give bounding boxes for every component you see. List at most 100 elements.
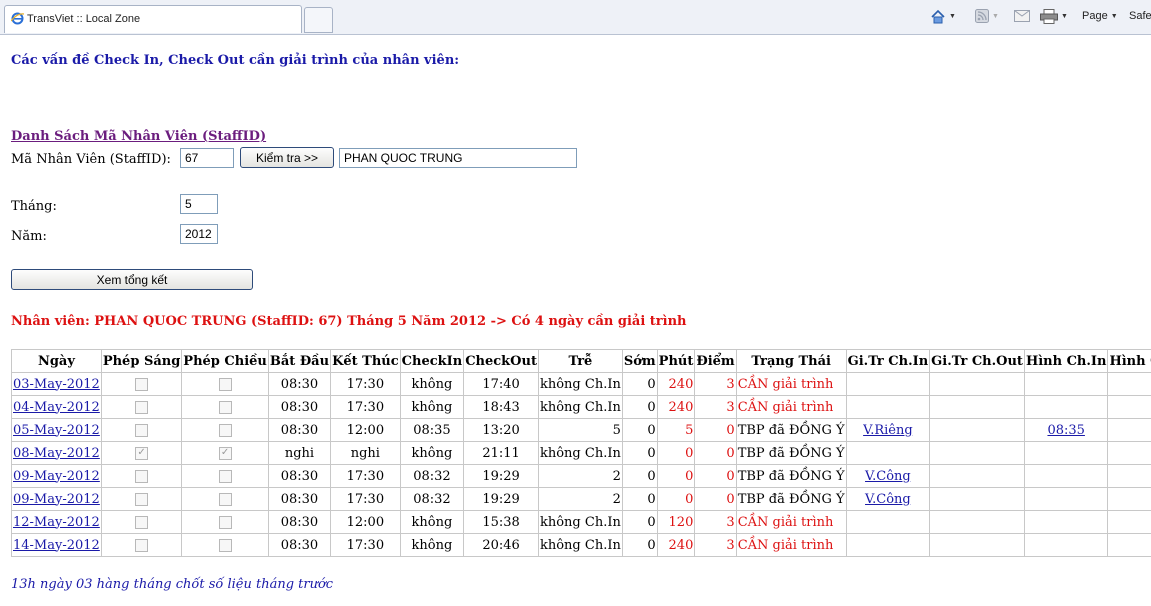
browser-tab-active[interactable]: TransViet :: Local Zone bbox=[4, 5, 302, 33]
checkin-cell: không bbox=[399, 510, 465, 534]
explain-checkout-cell bbox=[929, 395, 1025, 419]
attendance-table: Ngày Phép Sáng Phép Chiều Bắt Đầu Kết Thúc Ch… bbox=[11, 349, 1151, 557]
date-link[interactable]: 12-May-2012 bbox=[13, 515, 100, 530]
morning-leave-checkbox[interactable] bbox=[135, 492, 149, 506]
explain-checkin-cell bbox=[845, 395, 931, 419]
status-cell: CẦN giải trình bbox=[735, 395, 847, 419]
safety-menu[interactable]: Safe bbox=[1129, 8, 1151, 24]
start-time-cell: 08:30 bbox=[267, 372, 332, 396]
morning-leave-checkbox[interactable]: ✓ bbox=[135, 446, 149, 460]
column-header: Gi.Tr Ch.Out bbox=[929, 349, 1025, 373]
checkout-image-cell bbox=[1107, 533, 1151, 557]
chevron-down-icon: ▼ bbox=[1061, 12, 1068, 20]
browser-toolbar: TransViet :: Local Zone ▼ ▼ ▼ Page ▼ Safe bbox=[0, 0, 1151, 35]
checkin-image-cell: 08:35 bbox=[1023, 418, 1109, 442]
date-link[interactable]: 03-May-2012 bbox=[13, 377, 100, 392]
morning-leave-checkbox[interactable] bbox=[135, 400, 149, 414]
mail-button[interactable] bbox=[1014, 8, 1030, 24]
explain-checkin-cell: V.Công bbox=[845, 487, 931, 511]
staff-list-link[interactable]: Danh Sách Mã Nhân Viên (StaffID) bbox=[11, 129, 266, 144]
morning-leave-checkbox[interactable] bbox=[135, 538, 149, 552]
date-link[interactable]: 14-May-2012 bbox=[13, 538, 100, 553]
chevron-down-icon: ▼ bbox=[992, 12, 999, 20]
page-title: Các vấn đề Check In, Check Out cần giải … bbox=[11, 53, 460, 68]
date-link[interactable]: 05-May-2012 bbox=[13, 423, 100, 438]
start-time-cell: nghi bbox=[267, 441, 332, 465]
morning-leave-checkbox[interactable] bbox=[135, 423, 149, 437]
afternoon-leave-checkbox[interactable] bbox=[218, 515, 232, 529]
explain-checkout-cell bbox=[929, 487, 1025, 511]
afternoon-leave-cell bbox=[181, 533, 269, 557]
explain-checkin-link[interactable]: V.Công bbox=[865, 469, 911, 484]
date-cell: 12-May-2012 bbox=[11, 510, 102, 534]
check-button[interactable]: Kiểm tra >> bbox=[240, 147, 334, 168]
start-time-cell: 08:30 bbox=[267, 464, 332, 488]
checkin-image-cell bbox=[1023, 510, 1109, 534]
checkout-image-cell bbox=[1107, 418, 1151, 442]
afternoon-leave-checkbox[interactable] bbox=[218, 492, 232, 506]
end-time-cell: 17:30 bbox=[330, 464, 401, 488]
column-header: CheckIn bbox=[399, 349, 465, 373]
column-header: Ngày bbox=[11, 349, 102, 373]
explain-checkin-link[interactable]: V.Riêng bbox=[863, 423, 913, 438]
end-time-cell: 12:00 bbox=[330, 418, 401, 442]
summary-button[interactable]: Xem tổng kết bbox=[11, 269, 253, 290]
end-time-cell: nghi bbox=[330, 441, 401, 465]
column-header: Phút bbox=[656, 349, 696, 373]
morning-leave-checkbox[interactable] bbox=[135, 515, 149, 529]
points-cell: 3 bbox=[694, 533, 737, 557]
afternoon-leave-checkbox[interactable] bbox=[218, 469, 232, 483]
checkout-cell: 15:38 bbox=[463, 510, 539, 534]
print-button[interactable]: ▼ bbox=[1040, 8, 1068, 24]
status-cell: TBP đã ĐỒNG Ý bbox=[735, 464, 847, 488]
start-time-cell: 08:30 bbox=[267, 487, 332, 511]
date-link[interactable]: 09-May-2012 bbox=[13, 469, 100, 484]
date-link[interactable]: 04-May-2012 bbox=[13, 400, 100, 415]
table-row: 04-May-2012 08:30 17:30 không 18:43 không Ch.… bbox=[11, 395, 1151, 419]
afternoon-leave-checkbox[interactable] bbox=[218, 377, 232, 391]
feeds-button[interactable]: ▼ bbox=[975, 8, 999, 24]
explain-checkin-link[interactable]: V.Công bbox=[865, 492, 911, 507]
checkout-cell: 17:40 bbox=[463, 372, 539, 396]
start-time-cell: 08:30 bbox=[267, 510, 332, 534]
minutes-cell: 120 bbox=[656, 510, 696, 534]
afternoon-leave-checkbox[interactable]: ✓ bbox=[218, 446, 232, 460]
points-cell: 0 bbox=[694, 487, 737, 511]
late-cell: 2 bbox=[537, 487, 623, 511]
date-link[interactable]: 09-May-2012 bbox=[13, 492, 100, 507]
checkout-cell: 19:29 bbox=[463, 487, 539, 511]
explain-checkout-cell bbox=[929, 372, 1025, 396]
checkout-image-cell bbox=[1107, 395, 1151, 419]
staff-id-input[interactable] bbox=[180, 148, 234, 168]
month-label: Tháng: bbox=[11, 199, 57, 214]
checkin-image-link[interactable]: 08:35 bbox=[1047, 423, 1084, 438]
date-cell: 09-May-2012 bbox=[11, 487, 102, 511]
staff-name-field[interactable] bbox=[339, 148, 577, 168]
column-header: Kết Thúc bbox=[330, 349, 401, 373]
early-cell: 0 bbox=[621, 510, 658, 534]
afternoon-leave-cell: ✓ bbox=[181, 441, 269, 465]
end-time-cell: 17:30 bbox=[330, 533, 401, 557]
minutes-cell: 0 bbox=[656, 464, 696, 488]
checkout-image-cell bbox=[1107, 441, 1151, 465]
month-input[interactable] bbox=[180, 194, 218, 214]
footer-note: 13h ngày 03 hàng tháng chốt số liệu thán… bbox=[11, 577, 334, 592]
afternoon-leave-checkbox[interactable] bbox=[218, 400, 232, 414]
morning-leave-cell bbox=[100, 372, 183, 396]
date-link[interactable]: 08-May-2012 bbox=[13, 446, 100, 461]
new-tab-button[interactable] bbox=[304, 7, 333, 33]
morning-leave-checkbox[interactable] bbox=[135, 469, 149, 483]
morning-leave-checkbox[interactable] bbox=[135, 377, 149, 391]
checkin-image-cell bbox=[1023, 533, 1109, 557]
afternoon-leave-checkbox[interactable] bbox=[218, 423, 232, 437]
status-cell: TBP đã ĐỒNG Ý bbox=[735, 487, 847, 511]
home-button[interactable]: ▼ bbox=[930, 8, 956, 24]
status-cell: CẦN giải trình bbox=[735, 533, 847, 557]
start-time-cell: 08:30 bbox=[267, 533, 332, 557]
ie-logo-icon bbox=[11, 12, 24, 25]
afternoon-leave-checkbox[interactable] bbox=[218, 538, 232, 552]
year-input[interactable] bbox=[180, 224, 218, 244]
page-menu[interactable]: Page ▼ bbox=[1082, 8, 1118, 24]
explain-checkout-cell bbox=[929, 441, 1025, 465]
column-header: Gi.Tr Ch.In bbox=[845, 349, 931, 373]
